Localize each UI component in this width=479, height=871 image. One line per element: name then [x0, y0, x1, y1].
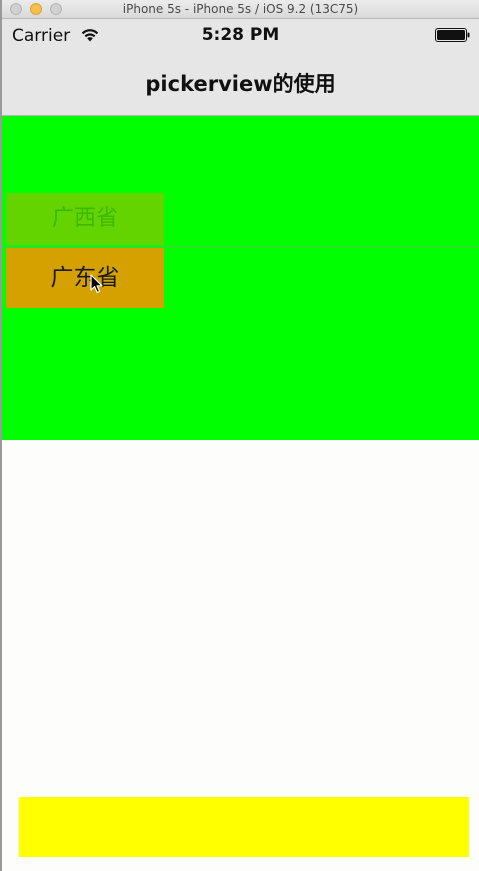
battery-icon — [435, 28, 470, 42]
window-title-bar: iPhone 5s - iPhone 5s / iOS 9.2 (13C75) — [2, 0, 479, 19]
ios-status-bar: Carrier 5:28 PM — [2, 19, 479, 52]
page-title: pickerview的使用 — [145, 72, 336, 96]
window-title: iPhone 5s - iPhone 5s / iOS 9.2 (13C75) — [122, 2, 359, 16]
picker-row-label: 广西省 — [51, 206, 118, 231]
picker-row-selected[interactable]: 广东省 — [6, 248, 164, 308]
mouse-pointer-icon — [90, 274, 103, 293]
picker-view[interactable]: 广西省 广东省 — [2, 116, 479, 440]
simulator-window: iPhone 5s - iPhone 5s / iOS 9.2 (13C75) … — [0, 0, 479, 871]
picker-selection-indicator — [2, 246, 479, 247]
picker-row-label: 广东省 — [50, 265, 120, 291]
navigation-bar: pickerview的使用 — [2, 52, 479, 116]
bottom-yellow-view — [19, 797, 469, 857]
picker-row[interactable]: 广西省 — [6, 193, 164, 245]
status-time: 5:28 PM — [201, 25, 280, 45]
